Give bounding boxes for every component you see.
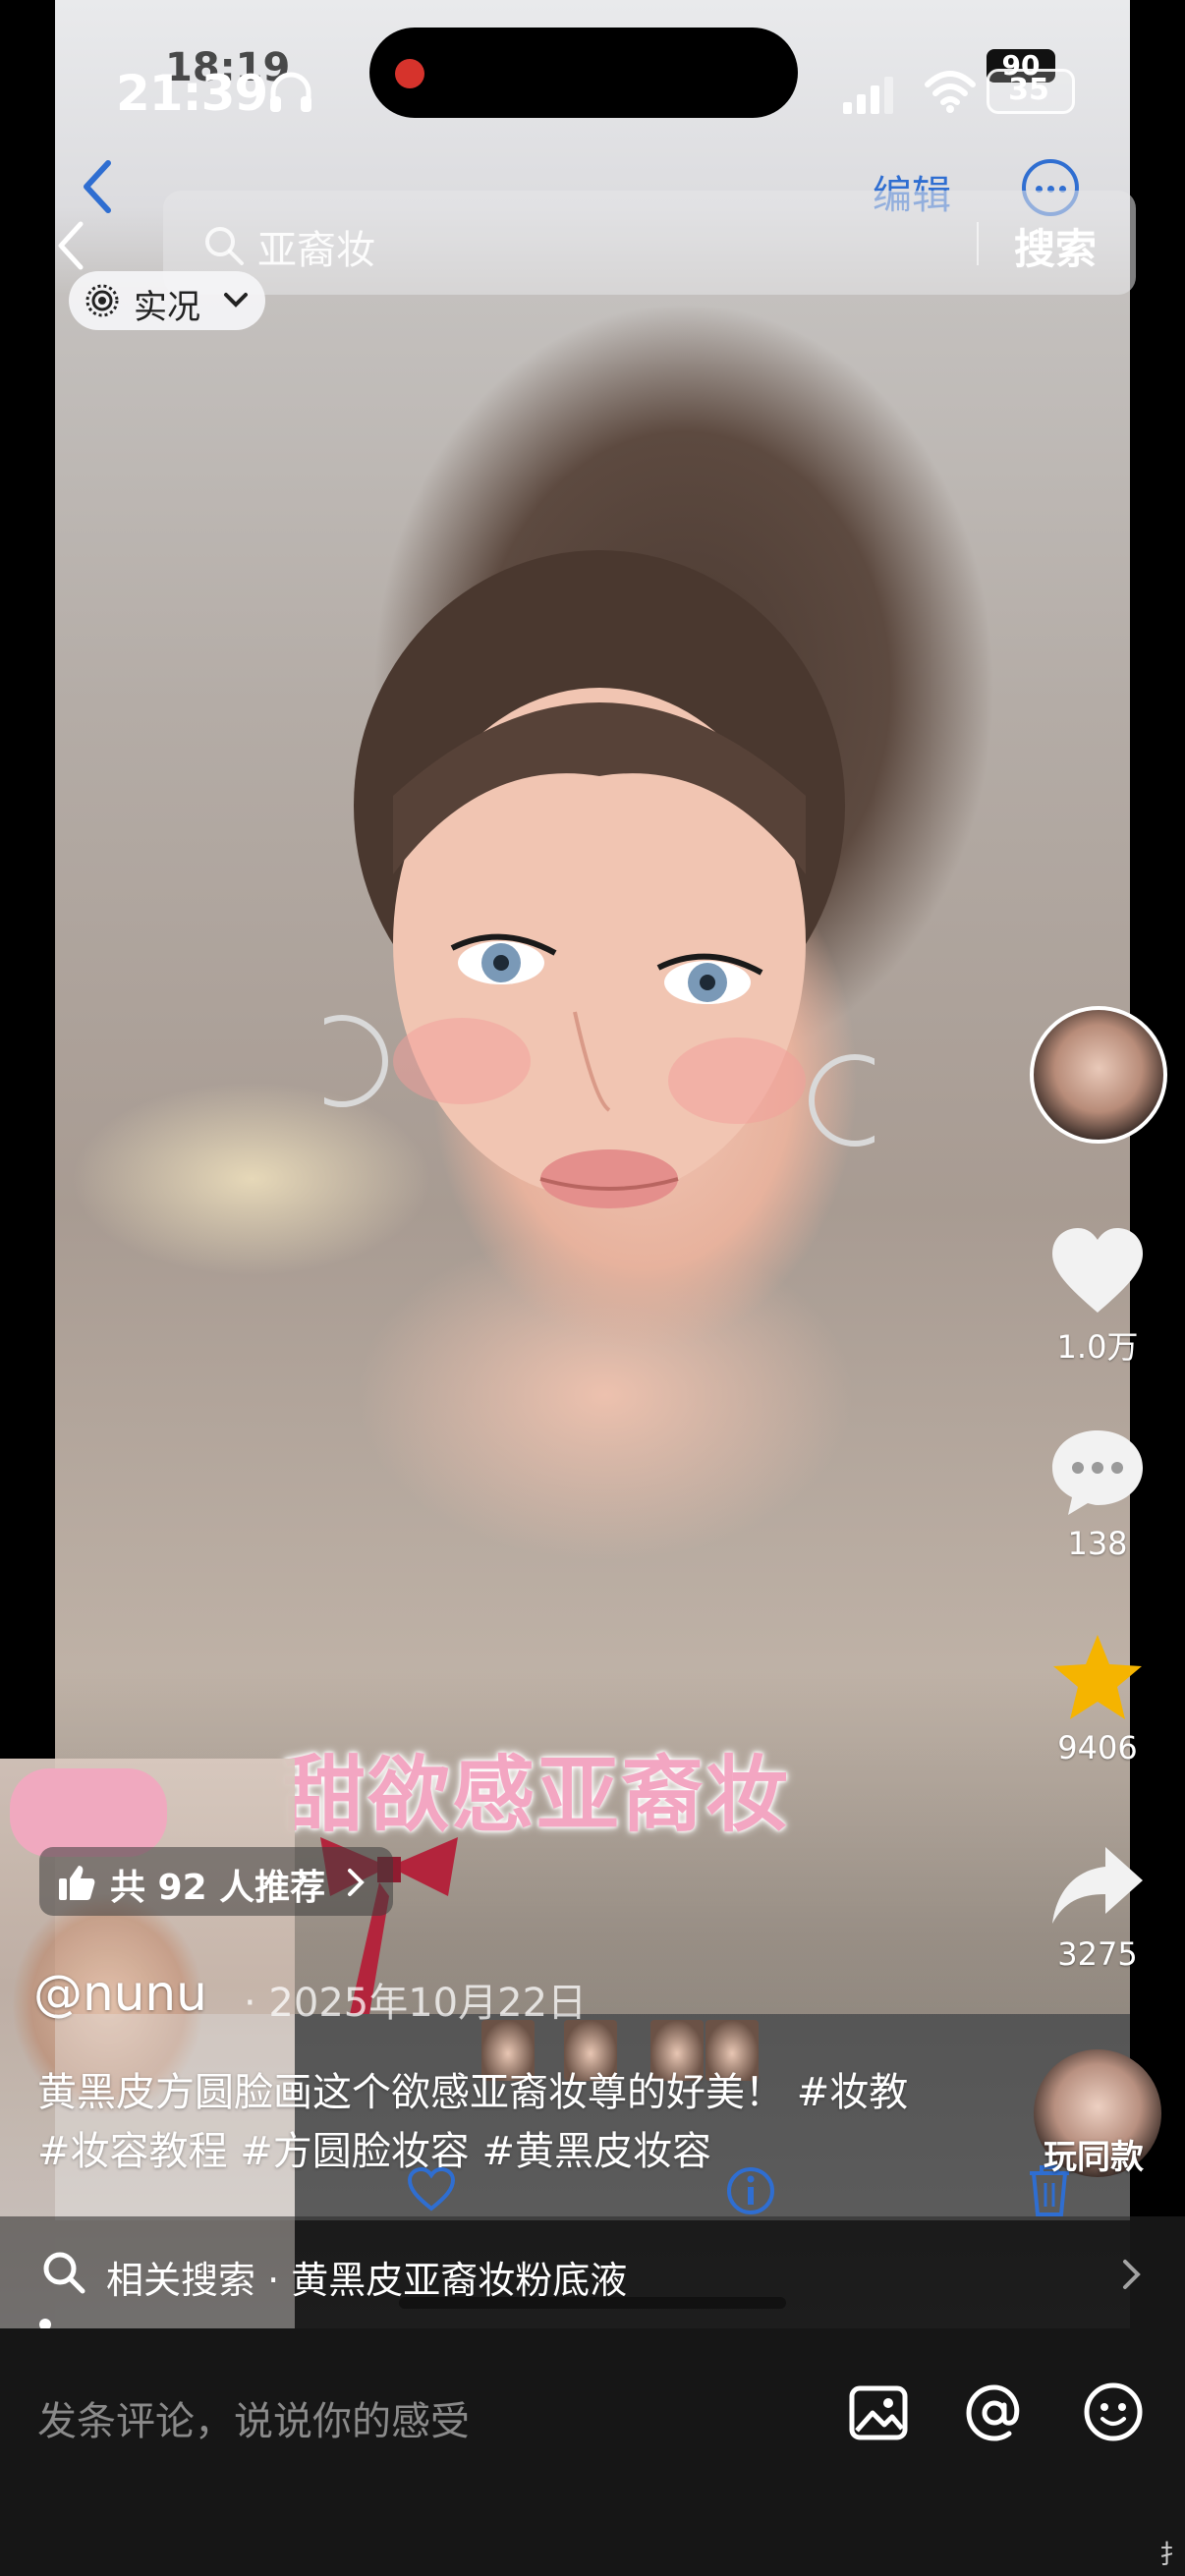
portrait-illustration [324,550,875,1208]
favorite-button[interactable]: 9406 [1034,1631,1161,1766]
comment-count: 138 [1067,1525,1128,1562]
search-input[interactable]: 亚裔妆 [257,218,375,275]
like-button[interactable]: 1.0万 [1034,1226,1161,1368]
share-count: 3275 [1057,1935,1138,1973]
recommend-count-label: 共 92 人推荐 [110,1868,326,1908]
heart-icon [1052,1228,1143,1313]
home-indicator [399,2297,786,2309]
thumbs-up-icon [59,1866,95,1900]
search-icon [43,2252,85,2294]
recording-indicator-icon [395,59,424,88]
chevron-right-icon [348,1869,365,1896]
author-avatar[interactable] [1030,1006,1167,1144]
right-letterbox [1130,0,1185,2328]
status-time: 21:39 [116,65,268,122]
hair-roller-graphic [10,1768,167,1857]
mention-at-icon[interactable] [963,2381,1026,2444]
same-style-button[interactable]: 玩同款 [1044,2130,1144,2178]
battery-icon: 35 [987,69,1075,114]
image-icon[interactable] [849,2385,908,2440]
search-divider [977,222,979,265]
chevron-right-icon [1123,2260,1141,2289]
wifi-icon [925,71,976,113]
live-photo-chip[interactable]: 实况 [69,271,265,330]
live-photo-label: 实况 [134,288,200,327]
like-count: 1.0万 [1056,1328,1139,1366]
chevron-down-icon [224,293,248,308]
search-icon [205,227,244,265]
info-icon[interactable] [725,2165,776,2216]
comment-button[interactable]: 138 [1034,1427,1161,1562]
corner-glyph: 扌 [1159,2541,1185,2570]
favorite-outline-icon[interactable] [407,2167,456,2212]
emoji-icon[interactable] [1083,2381,1144,2442]
search-submit-button[interactable]: 搜索 [1014,216,1097,276]
search-back-icon[interactable] [51,216,90,275]
related-search-label: 相关搜索 · 黄黑皮亚裔妆粉底液 [106,2259,628,2302]
live-photo-icon [85,284,119,317]
headphones-icon [270,72,311,112]
share-arrow-icon [1052,1847,1143,1924]
comment-bubble-icon [1052,1430,1143,1515]
comment-bar [0,2328,1185,2576]
share-button[interactable]: 3275 [1034,1841,1161,1973]
comment-input[interactable]: 发条评论，说说你的感受 [37,2389,470,2446]
post-caption[interactable]: 黄黑皮方圆脸画这个欲感亚裔妆尊的好美！ #妆教 #妆容教程 #方圆脸妆容 #黄黑… [37,2063,922,2181]
favorite-count: 9406 [1057,1729,1138,1766]
star-icon [1053,1635,1142,1719]
cellular-signal-icon [843,77,893,114]
battery-level: 35 [1008,73,1049,107]
dynamic-island [369,28,798,118]
back-chevron-icon[interactable] [79,157,118,216]
